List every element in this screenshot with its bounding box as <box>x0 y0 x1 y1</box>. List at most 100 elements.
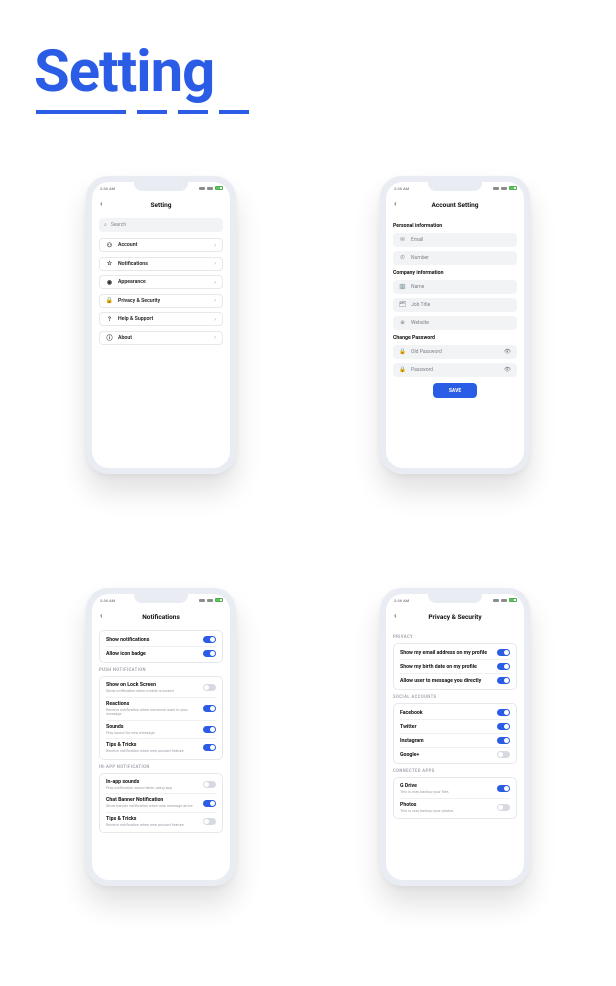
toggle-row-chat-banner-notification: Chat Banner NotificationShow banner noti… <box>106 794 216 813</box>
toggle-switch[interactable] <box>497 677 510 684</box>
toggle-switch[interactable] <box>497 751 510 758</box>
job-icon: 🗂 <box>399 302 406 308</box>
input-job-title[interactable]: 🗂 Job Title <box>393 298 517 312</box>
section-privacy: PRIVACY <box>393 635 517 640</box>
input-placeholder: Name <box>411 284 424 290</box>
toggle-subtitle: This is may backup your photos <box>400 809 453 814</box>
privacy-icon: 🔒 <box>106 297 113 304</box>
chevron-right-icon: › <box>214 297 216 304</box>
input-placeholder: Password <box>411 367 433 373</box>
toggle-subtitle: Receive notification when new product fe… <box>106 749 184 754</box>
account-icon: ⚇ <box>106 242 113 249</box>
back-icon[interactable]: ‹ <box>100 611 102 620</box>
chevron-right-icon: › <box>214 316 216 323</box>
toggle-title: Instagram <box>400 738 424 744</box>
toggle-title: Show notifications <box>106 637 149 643</box>
input-password[interactable]: 🔒 Password 👁 <box>393 363 517 377</box>
toggle-switch[interactable] <box>497 709 510 716</box>
menu-item-help-support[interactable]: ?Help & Support› <box>99 312 223 326</box>
section-password: Change Password <box>393 335 517 341</box>
toggle-subtitle: This is may backup your files <box>400 790 449 795</box>
input-placeholder: Old Password <box>411 349 442 355</box>
website-icon: ⊕ <box>399 320 406 326</box>
menu-item-appearance[interactable]: ◉Appearance› <box>99 275 223 289</box>
toggle-switch[interactable] <box>497 723 510 730</box>
toggle-row-g-drive: G DriveThis is may backup your files <box>400 780 510 799</box>
toggle-row-twitter: Twitter <box>400 720 510 734</box>
menu-item-account[interactable]: ⚇Account› <box>99 238 223 252</box>
lock-icon: 🔒 <box>399 367 406 373</box>
status-time: 2:36 AM <box>100 186 115 191</box>
toggle-row-tips-tricks: Tips & TricksReceive notification when n… <box>106 813 216 831</box>
toggle-switch[interactable] <box>203 636 216 643</box>
toggle-switch[interactable] <box>203 800 216 807</box>
toggle-title: Show my birth date on my profile <box>400 664 477 670</box>
status-time: 2:36 AM <box>100 598 115 603</box>
toggle-title: Photos <box>400 802 453 808</box>
toggle-title: Google+ <box>400 752 419 758</box>
toggle-row-in-app-sounds: In-app soundsPlay notification sound whe… <box>106 776 216 795</box>
menu-item-about[interactable]: ⓘ About › <box>99 331 223 345</box>
back-icon[interactable]: ‹ <box>100 199 102 208</box>
section-inapp: IN-APP NOTIFICATION <box>99 765 223 770</box>
email-icon: ✉ <box>399 237 406 243</box>
about-icon: ⓘ <box>106 333 113 342</box>
menu-item-label: Privacy & Security <box>118 298 160 304</box>
menu-item-label: Appearance <box>118 279 146 285</box>
help-icon: ? <box>106 316 113 323</box>
toggle-row-reactions: ReactionsReceive notification when someo… <box>106 698 216 721</box>
toggle-title: Reactions <box>106 701 203 707</box>
phone-mockup-privacy: 2:36 AM ‹ Privacy & Security PRIVACY Sho… <box>380 588 530 886</box>
phone-icon: ✆ <box>399 255 406 261</box>
input-number[interactable]: ✆Number <box>393 251 517 265</box>
eye-icon[interactable]: 👁 <box>504 349 511 355</box>
back-icon[interactable]: ‹ <box>394 199 396 208</box>
toggle-subtitle: Show banner notification when new messag… <box>106 804 193 809</box>
input-old-password[interactable]: 🔒 Old Password 👁 <box>393 345 517 359</box>
company-icon: 🏢 <box>399 284 406 290</box>
toggle-switch[interactable] <box>497 785 510 792</box>
toggle-switch[interactable] <box>203 705 216 712</box>
toggle-switch[interactable] <box>203 818 216 825</box>
chevron-right-icon: › <box>214 260 216 267</box>
section-personal: Personal information <box>393 223 517 229</box>
menu-item-label: About <box>118 335 132 341</box>
chevron-right-icon: › <box>214 334 216 341</box>
toggle-title: Sounds <box>106 724 155 730</box>
toggle-switch[interactable] <box>497 649 510 656</box>
eye-icon[interactable]: 👁 <box>504 367 511 373</box>
status-time: 2:36 AM <box>394 598 409 603</box>
search-input[interactable]: ⌕ Search <box>99 218 223 232</box>
chevron-right-icon: › <box>214 279 216 286</box>
toggle-switch[interactable] <box>497 804 510 811</box>
screen-title: Setting <box>151 201 172 209</box>
toggle-switch[interactable] <box>203 650 216 657</box>
status-time: 2:36 AM <box>394 186 409 191</box>
toggle-switch[interactable] <box>497 737 510 744</box>
toggle-switch[interactable] <box>203 744 216 751</box>
toggle-switch[interactable] <box>203 781 216 788</box>
screen-title: Privacy & Security <box>428 613 481 621</box>
input-email[interactable]: ✉Email <box>393 233 517 247</box>
toggle-row-show-notifications: Show notifications <box>106 633 216 647</box>
save-button[interactable]: SAVE <box>433 383 477 398</box>
section-push: PUSH NOTIFICATION <box>99 668 223 673</box>
screen-title: Account Setting <box>432 201 479 209</box>
input-website[interactable]: ⊕Website <box>393 316 517 330</box>
toggle-switch[interactable] <box>203 726 216 733</box>
lock-icon: 🔒 <box>399 349 406 355</box>
toggle-row-allow-icon-badge: Allow icon badge <box>106 647 216 660</box>
input-name[interactable]: 🏢 Name <box>393 280 517 294</box>
section-apps: CONNECTED APPS <box>393 769 517 774</box>
section-social: SOCIAL ACCOUNTS <box>393 695 517 700</box>
menu-item-notifications[interactable]: ☆Notifications› <box>99 257 223 271</box>
toggle-row-facebook: Facebook <box>400 706 510 720</box>
toggle-subtitle: Receive notification when someone react … <box>106 708 203 717</box>
toggle-switch[interactable] <box>203 684 216 691</box>
menu-item-privacy-security[interactable]: 🔒 Privacy & Security › <box>99 294 223 308</box>
toggle-title: Twitter <box>400 724 416 730</box>
back-icon[interactable]: ‹ <box>394 611 396 620</box>
toggle-row-photos: PhotosThis is may backup your photos <box>400 799 510 817</box>
toggle-switch[interactable] <box>497 663 510 670</box>
input-placeholder: Job Title <box>411 302 430 308</box>
